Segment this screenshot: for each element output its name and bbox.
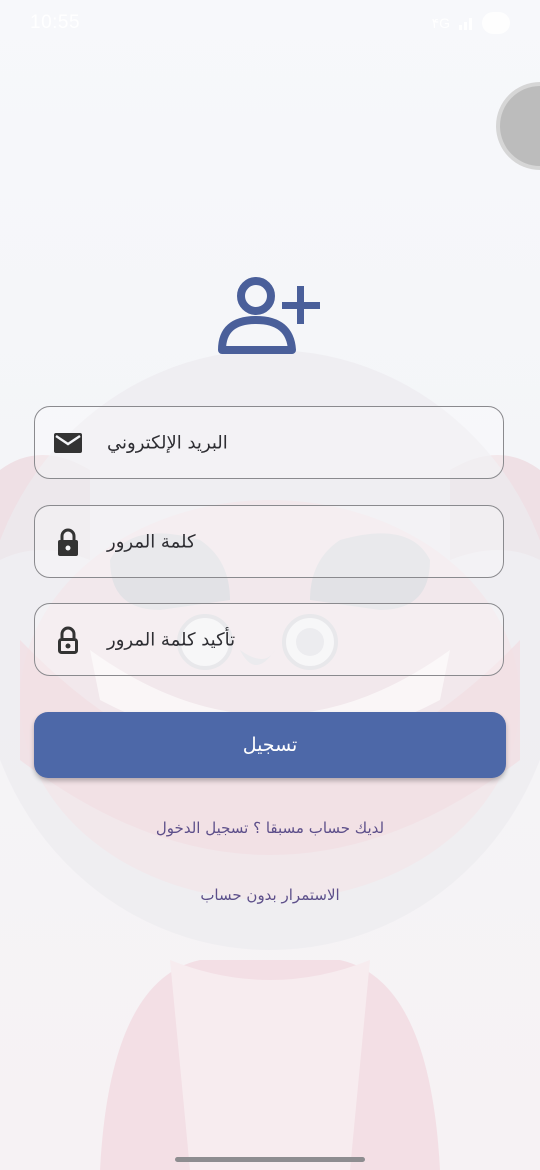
password-field[interactable]: كلمة المرور: [34, 505, 504, 578]
status-time: 10:55: [30, 12, 81, 33]
continue-as-guest-link[interactable]: الاستمرار بدون حساب: [0, 886, 540, 904]
home-indicator[interactable]: [175, 1157, 365, 1162]
floating-assistant-bubble[interactable]: [500, 86, 540, 166]
register-button[interactable]: تسجيل: [34, 712, 506, 778]
login-link[interactable]: لديك حساب مسبقا ؟ تسجيل الدخول: [0, 819, 540, 837]
lock-icon: [58, 528, 78, 556]
status-icons: ۴G: [432, 12, 510, 34]
mail-icon: [54, 432, 82, 453]
battery-icon: [482, 12, 510, 34]
password-placeholder: كلمة المرور: [107, 531, 196, 552]
background-mascot-illustration: [0, 350, 540, 1170]
status-bar: 10:55 ۴G: [0, 0, 540, 48]
confirm-password-field[interactable]: تأكيد كلمة المرور: [34, 603, 504, 676]
confirm-password-placeholder: تأكيد كلمة المرور: [107, 629, 236, 650]
person-add-icon: [218, 277, 320, 354]
signal-text: ۴G: [431, 14, 450, 31]
signal-icon: [459, 18, 472, 30]
lock-outline-icon: [58, 626, 78, 654]
email-field[interactable]: البريد الإلكتروني: [34, 406, 504, 479]
signup-screen: 10:55 ۴G البريد الإلكتروني كلمة المرور ت…: [0, 0, 540, 1170]
email-placeholder: البريد الإلكتروني: [107, 432, 228, 453]
